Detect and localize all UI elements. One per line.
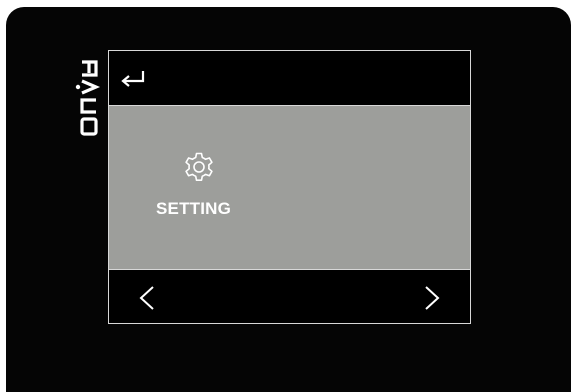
evco-logo	[75, 60, 101, 136]
screen-footer	[109, 269, 470, 325]
gear-icon	[185, 152, 213, 181]
chevron-left-icon[interactable]	[133, 283, 161, 313]
menu-content: SETTING	[109, 106, 470, 269]
setting-label: SETTING	[156, 199, 232, 218]
setting-menu-item[interactable]: SETTING	[151, 141, 261, 231]
chevron-right-icon[interactable]	[418, 283, 446, 313]
return-arrow-icon[interactable]	[117, 63, 153, 91]
device-bezel: SETTING	[6, 7, 571, 392]
screen-header	[109, 51, 470, 106]
display-screen: SETTING	[108, 50, 471, 324]
